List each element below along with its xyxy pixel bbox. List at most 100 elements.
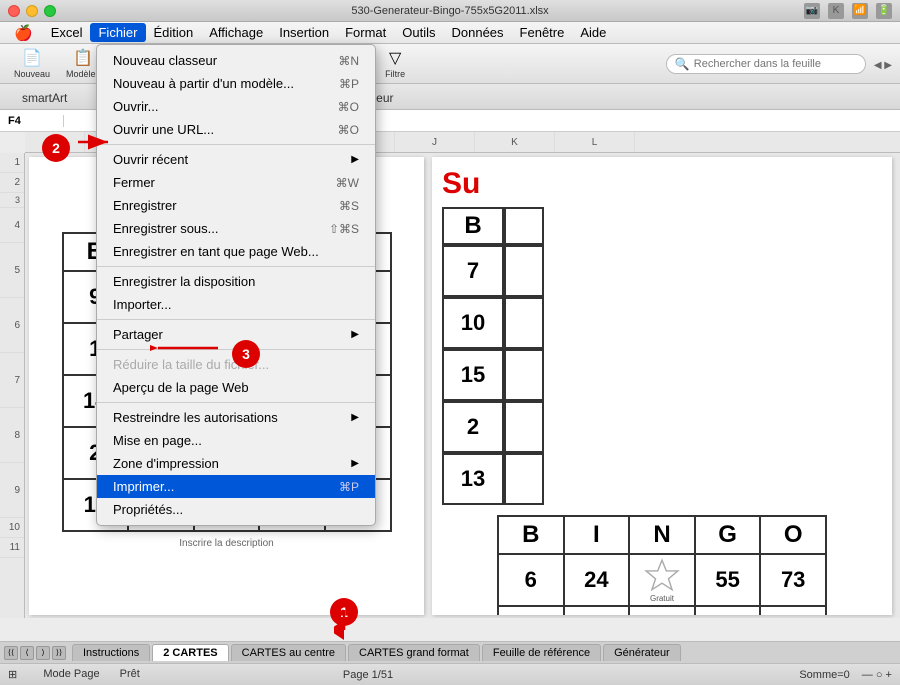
window-title: 530-Generateur-Bingo-755x5G2011.xlsx — [351, 5, 548, 17]
sheet-last-btn[interactable]: ⟩⟩ — [52, 646, 66, 660]
card2-title-partial: Su — [442, 167, 480, 201]
dropdown-item-label-18: Propriétés... — [113, 502, 183, 517]
rb-4: 2 — [442, 401, 504, 453]
dropdown-item-11[interactable]: Partager▶ — [97, 323, 375, 346]
menu-outils[interactable]: Outils — [394, 23, 443, 42]
dropdown-item-1[interactable]: Nouveau à partir d'un modèle...⌘P — [97, 72, 375, 95]
menu-affichage[interactable]: Affichage — [201, 23, 271, 42]
rb-1: 7 — [442, 245, 504, 297]
dropdown-item-3[interactable]: Ouvrir une URL...⌘O — [97, 118, 375, 141]
title-bar-icons: 📷 K 📶 🔋 — [804, 3, 892, 19]
sheet-tab-2cartes[interactable]: 2 CARTES — [152, 644, 228, 661]
dropdown-item-9[interactable]: Enregistrer la disposition — [97, 270, 375, 293]
menu-fenetre[interactable]: Fenêtre — [512, 23, 573, 42]
keyboard-icon: K — [828, 3, 844, 19]
row-9: 9 — [0, 463, 24, 518]
dropdown-item-label-17: Imprimer... — [113, 479, 174, 494]
menu-excel[interactable]: Excel — [43, 23, 91, 42]
row-2: 2 — [0, 173, 24, 193]
free-label-2: Gratuit — [630, 594, 694, 603]
status-center: Page 1/51 — [343, 669, 393, 681]
row-11: 11 — [0, 538, 24, 558]
menu-donnees[interactable]: Données — [444, 23, 512, 42]
dropdown-item-2[interactable]: Ouvrir...⌘O — [97, 95, 375, 118]
card1-description: Inscrire la description — [179, 538, 273, 549]
rb-2: 10 — [442, 297, 504, 349]
row-4: 4 — [0, 208, 24, 243]
sheet-prev-btn[interactable]: ⟨ — [20, 646, 34, 660]
col-k: K — [475, 132, 555, 152]
filtre-btn[interactable]: ▽ Filtre — [375, 46, 415, 81]
menu-fichier[interactable]: Fichier — [90, 23, 145, 42]
maximize-button[interactable] — [44, 5, 56, 17]
filtre-icon: ▽ — [389, 48, 401, 68]
menu-aide[interactable]: Aide — [572, 23, 614, 42]
dropdown-item-15[interactable]: Mise en page... — [97, 429, 375, 452]
new-button[interactable]: 📄 Nouveau — [8, 46, 56, 81]
dropdown-item-5[interactable]: Fermer ⌘W — [97, 171, 375, 194]
row-7: 7 — [0, 353, 24, 408]
sheet-tab-generateur[interactable]: Générateur — [603, 644, 681, 661]
sheet-first-btn[interactable]: ⟨⟨ — [4, 646, 18, 660]
row-5: 5 — [0, 243, 24, 298]
sheet-tab-feuille[interactable]: Feuille de référence — [482, 644, 601, 661]
dropdown-item-label-1: Nouveau à partir d'un modèle... — [113, 76, 294, 91]
dropdown-item-18[interactable]: Propriétés... — [97, 498, 375, 521]
dropdown-item-8[interactable]: Enregistrer en tant que page Web... — [97, 240, 375, 263]
sheet-nav[interactable]: ⟨⟨ ⟨ ⟩ ⟩⟩ — [4, 646, 66, 660]
dropdown-item-label-12: Réduire la taille du fichier... — [113, 357, 269, 372]
dropdown-separator-9 — [97, 266, 375, 267]
col-l: L — [555, 132, 635, 152]
dropdown-shortcut-7: ⇧⌘S — [329, 222, 359, 236]
menu-insertion[interactable]: Insertion — [271, 23, 337, 42]
tab-smartart[interactable]: smartArt — [8, 87, 81, 109]
dropdown-item-label-4: Ouvrir récent — [113, 152, 188, 167]
view-mode-btn[interactable]: ⊞ — [8, 668, 23, 681]
dropdown-item-10[interactable]: Importer... — [97, 293, 375, 316]
bingo-table-3: B I N G O 6 24 — [497, 515, 827, 615]
dropdown-shortcut-5: ⌘W — [336, 176, 359, 190]
zoom-controls[interactable]: — ○ + — [862, 669, 892, 681]
row-3: 3 — [0, 193, 24, 208]
dropdown-arrow-4: ▶ — [351, 154, 359, 165]
sheet-tab-instructions[interactable]: Instructions — [72, 644, 150, 661]
status-mode: Mode Page — [43, 668, 99, 681]
dropdown-shortcut-3: ⌘O — [338, 123, 359, 137]
close-button[interactable] — [8, 5, 20, 17]
row-numbers: 1 2 3 4 5 6 7 8 9 10 11 — [0, 153, 25, 618]
dropdown-item-label-14: Restreindre les autorisations — [113, 410, 278, 425]
dropdown-item-label-9: Enregistrer la disposition — [113, 274, 255, 289]
dropdown-item-label-13: Aperçu de la page Web — [113, 380, 249, 395]
dropdown-item-12: Réduire la taille du fichier... — [97, 353, 375, 376]
models-icon: 📋 — [73, 48, 93, 68]
menu-edition[interactable]: Édition — [146, 23, 202, 42]
dropdown-item-label-5: Fermer — [113, 175, 155, 190]
dropdown-item-13[interactable]: Aperçu de la page Web — [97, 376, 375, 399]
search-nav: ◀ ▶ — [874, 57, 892, 71]
partial-col-b: B 7 10 15 2 13 — [442, 207, 504, 505]
search-input[interactable] — [694, 58, 854, 70]
dropdown-item-label-10: Importer... — [113, 297, 172, 312]
dropdown-item-16[interactable]: Zone d'impression▶ — [97, 452, 375, 475]
cell-reference[interactable]: F4 — [4, 115, 64, 127]
sheet-tabs-bar: ⟨⟨ ⟨ ⟩ ⟩⟩ Instructions 2 CARTES CARTES a… — [0, 641, 900, 663]
dropdown-item-7[interactable]: Enregistrer sous...⇧⌘S — [97, 217, 375, 240]
dropdown-item-0[interactable]: Nouveau classeur⌘N — [97, 49, 375, 72]
status-left: ⊞ Mode Page Prêt — [8, 668, 140, 681]
sheet-tab-cartes-centre[interactable]: CARTES au centre — [231, 644, 346, 661]
sheet-tab-cartes-grand[interactable]: CARTES grand format — [348, 644, 480, 661]
apple-menu[interactable]: 🍎 — [4, 22, 43, 44]
sheet-next-btn[interactable]: ⟩ — [36, 646, 50, 660]
dropdown-arrow-11: ▶ — [351, 329, 359, 340]
dropdown-item-label-0: Nouveau classeur — [113, 53, 217, 68]
rb-5: 13 — [442, 453, 504, 505]
minimize-button[interactable] — [26, 5, 38, 17]
traffic-lights — [8, 5, 56, 17]
dropdown-item-6[interactable]: Enregistrer⌘S — [97, 194, 375, 217]
menu-format[interactable]: Format — [337, 23, 394, 42]
search-bar[interactable]: 🔍 — [666, 54, 866, 74]
dropdown-item-17[interactable]: Imprimer...⌘P — [97, 475, 375, 498]
dropdown-item-14[interactable]: Restreindre les autorisations▶ — [97, 406, 375, 429]
dropdown-item-4[interactable]: Ouvrir récent ▶ — [97, 148, 375, 171]
battery-icon: 🔋 — [876, 3, 892, 19]
